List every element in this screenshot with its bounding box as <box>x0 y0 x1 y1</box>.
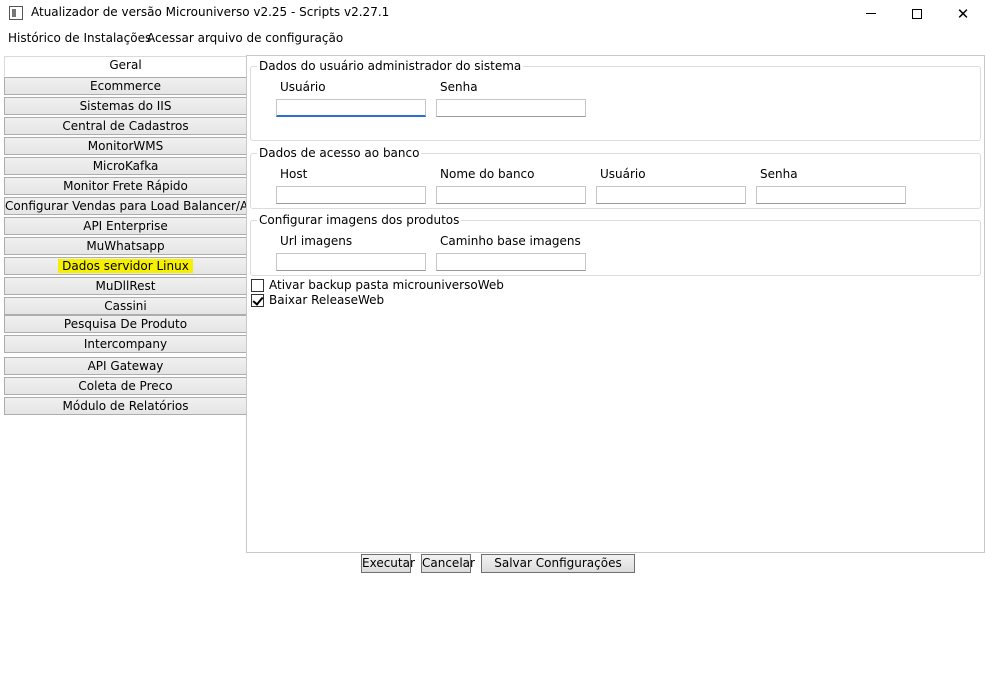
images-url-input[interactable] <box>277 254 425 270</box>
admin-user-label: Usuário <box>280 80 326 94</box>
tab-label-highlighted: Dados servidor Linux <box>58 259 193 273</box>
tab-label: Módulo de Relatórios <box>62 399 189 413</box>
close-button[interactable]: ✕ <box>940 0 986 27</box>
db-password-input[interactable] <box>757 187 905 203</box>
close-icon: ✕ <box>956 4 970 23</box>
db-user-label: Usuário <box>600 167 646 181</box>
images-url-field[interactable] <box>276 253 426 271</box>
releaseweb-checkbox-label: Baixar ReleaseWeb <box>269 293 385 307</box>
backup-checkbox-label: Ativar backup pasta microuniversoWeb <box>269 278 504 292</box>
tab-label: Pesquisa De Produto <box>63 317 188 331</box>
tab-label: MuDllRest <box>95 279 156 293</box>
admin-user-input[interactable] <box>277 100 425 115</box>
tab-label: MuWhatsapp <box>86 239 165 253</box>
tab-monitorwms[interactable]: MonitorWMS <box>4 137 247 155</box>
tab-cassini[interactable]: Cassini <box>4 297 247 315</box>
tab-label: Cassini <box>104 299 147 313</box>
menu-acessar-configuracao[interactable]: Acessar arquivo de configuração <box>147 31 343 45</box>
group-title: Dados do usuário administrador do sistem… <box>257 59 524 73</box>
maximize-icon <box>912 8 922 19</box>
execute-button[interactable]: Executar <box>361 554 415 573</box>
minimize-button[interactable] <box>848 0 894 27</box>
window-title: Atualizador de versão Microuniverso v2.2… <box>31 5 390 19</box>
tab-label: Sistemas do IIS <box>79 99 172 113</box>
tab-label: Coleta de Preco <box>78 379 173 393</box>
images-url-label: Url imagens <box>280 234 353 248</box>
tab-label: Intercompany <box>83 337 168 351</box>
backup-checkbox[interactable] <box>251 278 264 292</box>
tab-mudllrest[interactable]: MuDllRest <box>4 277 247 295</box>
admin-password-label: Senha <box>440 80 478 94</box>
db-user-field[interactable] <box>596 186 746 204</box>
tab-sistemas-iis[interactable]: Sistemas do IIS <box>4 97 247 115</box>
tab-load-balancer-aws[interactable]: Configurar Vendas para Load Balancer/AWS <box>4 197 247 215</box>
releaseweb-checkbox-row[interactable]: Baixar ReleaseWeb <box>251 293 384 307</box>
tab-muwhatsapp[interactable]: MuWhatsapp <box>4 237 247 255</box>
tab-label: Monitor Frete Rápido <box>63 179 188 193</box>
db-host-input[interactable] <box>277 187 425 203</box>
tab-label: API Enterprise <box>83 219 168 233</box>
tab-geral[interactable]: Geral <box>4 56 247 76</box>
admin-password-field[interactable] <box>436 99 586 117</box>
db-user-input[interactable] <box>597 187 745 203</box>
tab-monitor-frete-rapido[interactable]: Monitor Frete Rápido <box>4 177 247 195</box>
tab-api-gateway[interactable]: API Gateway <box>4 357 247 375</box>
tab-microkafka[interactable]: MicroKafka <box>4 157 247 175</box>
tab-coleta-preco[interactable]: Coleta de Preco <box>4 377 247 395</box>
tab-dados-servidor-linux[interactable]: Dados servidor Linux <box>4 257 247 275</box>
minimize-icon <box>866 13 876 14</box>
images-path-label: Caminho base imagens <box>440 234 581 248</box>
tab-ecommerce[interactable]: Ecommerce <box>4 77 247 95</box>
backup-checkbox-row[interactable]: Ativar backup pasta microuniversoWeb <box>251 278 504 292</box>
tab-label: Geral <box>109 58 142 72</box>
group-title: Dados de acesso ao banco <box>257 146 422 160</box>
db-name-label: Nome do banco <box>440 167 535 181</box>
tab-label: MonitorWMS <box>87 139 164 153</box>
admin-user-group: Dados do usuário administrador do sistem… <box>250 59 981 141</box>
save-config-button[interactable]: Salvar Configurações <box>481 554 635 573</box>
tab-pesquisa-produto[interactable]: Pesquisa De Produto <box>4 315 247 333</box>
tab-label: API Gateway <box>87 359 164 373</box>
database-group: Dados de acesso ao banco Host Nome do ba… <box>250 146 981 209</box>
tab-label: Central de Cadastros <box>62 119 189 133</box>
product-images-group: Configurar imagens dos produtos Url imag… <box>250 213 981 276</box>
admin-password-input[interactable] <box>437 100 585 116</box>
menu-bar: Histórico de Instalações Acessar arquivo… <box>0 29 986 49</box>
title-bar: Atualizador de versão Microuniverso v2.2… <box>0 0 986 27</box>
db-host-label: Host <box>280 167 308 181</box>
tab-central-cadastros[interactable]: Central de Cadastros <box>4 117 247 135</box>
tab-label: Configurar Vendas para Load Balancer/AWS <box>5 199 247 213</box>
maximize-button[interactable] <box>894 0 940 27</box>
tab-label: MicroKafka <box>92 159 159 173</box>
cancel-button[interactable]: Cancelar <box>421 554 475 573</box>
releaseweb-checkbox[interactable] <box>251 293 264 307</box>
admin-user-field[interactable] <box>276 99 426 117</box>
group-title: Configurar imagens dos produtos <box>257 213 462 227</box>
db-name-field[interactable] <box>436 186 586 204</box>
tab-modulo-relatorios[interactable]: Módulo de Relatórios <box>4 397 247 415</box>
tab-label: Ecommerce <box>90 79 161 93</box>
menu-historico-instalacoes[interactable]: Histórico de Instalações <box>8 31 151 45</box>
tab-api-enterprise[interactable]: API Enterprise <box>4 217 247 235</box>
db-name-input[interactable] <box>437 187 585 203</box>
images-path-input[interactable] <box>437 254 585 270</box>
db-host-field[interactable] <box>276 186 426 204</box>
db-password-field[interactable] <box>756 186 906 204</box>
app-window-icon <box>9 6 23 20</box>
db-password-label: Senha <box>760 167 798 181</box>
images-path-field[interactable] <box>436 253 586 271</box>
tab-intercompany[interactable]: Intercompany <box>4 335 247 353</box>
